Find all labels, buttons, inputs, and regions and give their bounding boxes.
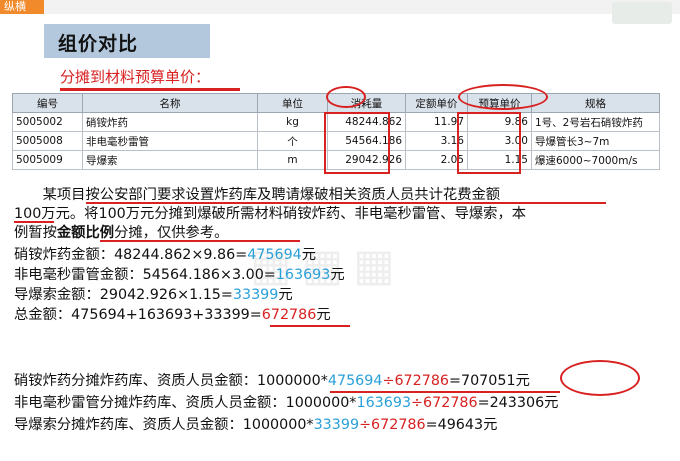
- subtitle-underline: [60, 88, 240, 91]
- cell-spec: 爆速6000~7000m/s: [531, 150, 660, 170]
- brand-logo: 纵横: [0, 0, 44, 14]
- cell-unit: m: [257, 150, 328, 170]
- budget-price-highlight-box: [457, 112, 521, 174]
- alloc-underline: [330, 391, 560, 393]
- calc-result: 33399: [232, 287, 279, 303]
- consumption-highlight-box: [324, 112, 390, 174]
- cell-name: 非电毫秒雷管: [82, 131, 258, 151]
- page-title: 组价对比: [58, 33, 139, 55]
- cell-name: 导爆索: [82, 150, 258, 170]
- total-result: 672786: [261, 307, 317, 323]
- col-header-spec: 规格: [531, 93, 660, 113]
- subtitle: 分摊到材料预算单价：: [60, 68, 211, 86]
- calc-ammonium-nitrate: 硝铵炸药金额：48244.862×9.86=475694元: [14, 247, 317, 263]
- paragraph-underline-2: [14, 221, 54, 223]
- total-underline: [270, 325, 350, 327]
- calc-total: 总金额：475694+163693+33399=672786元: [14, 307, 331, 323]
- col-header-code: 编号: [12, 93, 83, 113]
- cell-code: 5005009: [12, 150, 83, 170]
- alloc-detonating-cord: 导爆索分摊炸药库、资质人员金额：1000000*33399÷672786=496…: [14, 417, 498, 433]
- calc-result: 475694: [247, 247, 302, 263]
- cell-spec: 导爆管长3~7m: [531, 131, 660, 151]
- calc-detonating-cord: 导爆索金额：29042.926×1.15=33399元: [14, 287, 293, 303]
- cell-spec: 1号、2号岩石硝铵炸药: [531, 112, 660, 132]
- consumption-header-circle: [326, 86, 366, 108]
- calc-result: 163693: [275, 267, 331, 283]
- alloc-detonator: 非电毫秒雷管分摊炸药库、资质人员金额：1000000*163693÷672786…: [14, 395, 559, 411]
- budget-header-circle: [458, 84, 548, 110]
- col-header-name: 名称: [82, 93, 258, 113]
- cell-code: 5005002: [12, 112, 83, 132]
- paragraph-underline-1: [86, 202, 606, 204]
- cell-name: 硝铵炸药: [82, 112, 258, 132]
- corner-logo: [612, 2, 672, 24]
- cell-code: 5005008: [12, 131, 83, 151]
- cell-unit: kg: [257, 112, 328, 132]
- calc-detonator: 非电毫秒雷管金额：54564.186×3.00=163693元: [14, 267, 345, 283]
- paragraph-underline-3: [100, 240, 300, 242]
- alloc-result-circle: [560, 360, 640, 396]
- col-header-unit: 单位: [257, 93, 328, 113]
- cell-unit: 个: [257, 131, 328, 151]
- top-bar: [0, 0, 680, 14]
- paragraph-line-2: 100万元。将100万元分摊到爆破所需材料硝铵炸药、非电毫秒雷管、导爆索，本: [14, 206, 527, 222]
- emphasis-amount-ratio: 金额比例: [56, 225, 115, 241]
